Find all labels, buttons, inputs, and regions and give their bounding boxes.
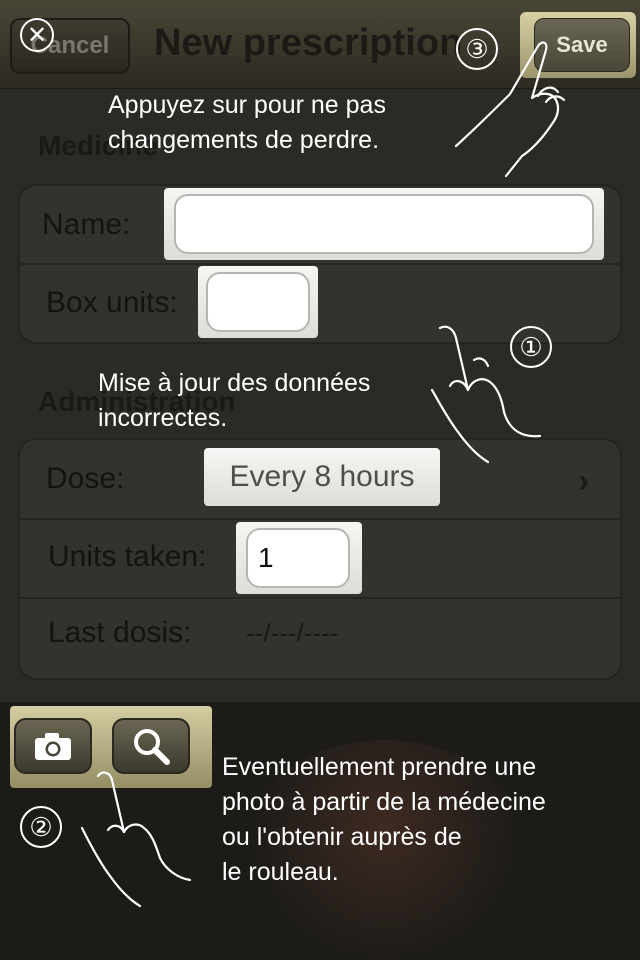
name-label: Name:: [42, 208, 131, 241]
help-line: Mise à jour des données: [98, 369, 371, 397]
pointing-hand-icon: [454, 41, 566, 178]
camera-button[interactable]: [14, 718, 92, 774]
help-line: le rouleau.: [222, 858, 339, 886]
chevron-right-icon[interactable]: ›: [578, 462, 589, 501]
box-units-input[interactable]: [206, 272, 310, 332]
name-input[interactable]: [174, 194, 594, 254]
help-line: ou l'obtenir auprès de: [222, 823, 462, 851]
help-line: incorrectes.: [98, 404, 228, 432]
page-title: New prescription: [154, 22, 463, 64]
help-line: changements de perdre.: [108, 126, 380, 154]
dose-label: Dose:: [46, 462, 125, 495]
divider: [20, 597, 620, 599]
pointing-hand-icon: [430, 325, 542, 464]
last-dosis-value[interactable]: --/---/----: [246, 618, 338, 649]
search-button[interactable]: [112, 718, 190, 774]
divider: [20, 263, 620, 265]
search-icon: [134, 729, 170, 765]
divider: [20, 518, 620, 520]
help-line: photo à partir de la médecine: [222, 788, 546, 816]
help-text-save: Appuyez sur pour ne pas changements de p…: [108, 88, 386, 158]
box-units-label: Box units:: [46, 286, 178, 319]
pointing-hand-icon: [80, 771, 192, 908]
help-text-photo: Eventuellement prendre une photo à parti…: [222, 750, 546, 890]
units-taken-input[interactable]: 1: [246, 528, 350, 588]
help-text-update: Mise à jour des données incorrectes.: [98, 366, 370, 436]
help-line: Appuyez sur pour ne pas: [108, 91, 386, 119]
dose-selector[interactable]: Every 8 hours: [204, 448, 440, 506]
last-dosis-label: Last dosis:: [48, 616, 192, 649]
units-taken-label: Units taken:: [48, 540, 207, 573]
step-number-2: ②: [20, 806, 62, 848]
close-icon[interactable]: ✕: [20, 18, 54, 52]
help-line: Eventuellement prendre une: [222, 753, 537, 781]
camera-icon: [35, 733, 71, 760]
